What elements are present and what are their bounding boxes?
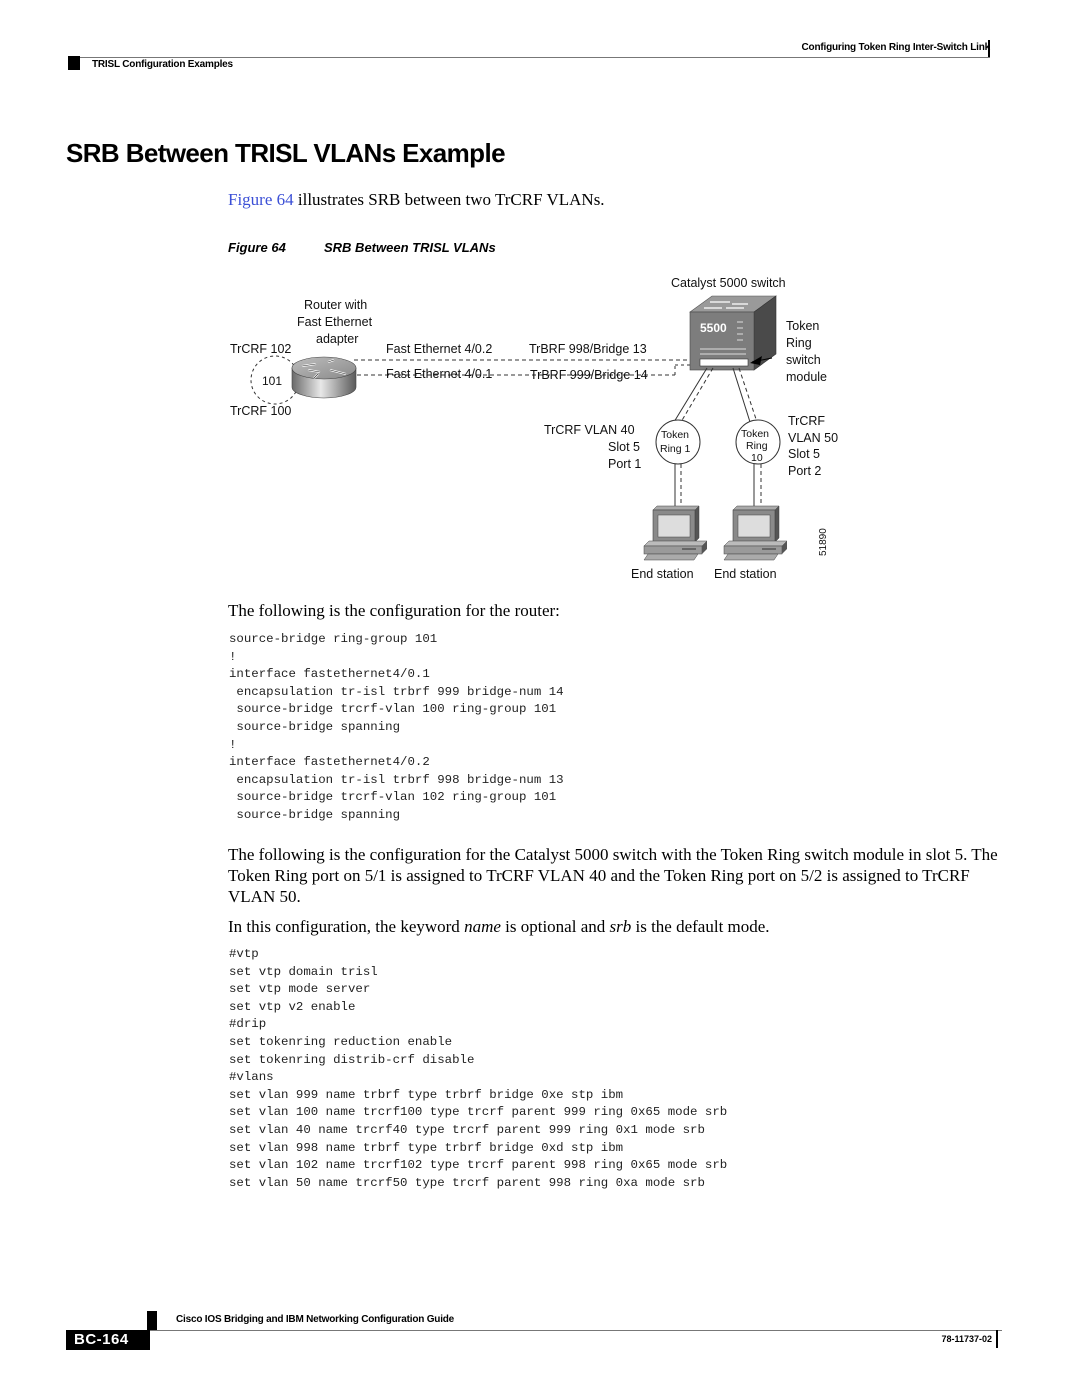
code-line: #vtp (229, 947, 259, 961)
end-station-2-label: End station (714, 567, 777, 581)
ring1-label-line1: Token (661, 429, 690, 441)
ring10-link (732, 367, 758, 423)
module-label-line2: Ring (786, 336, 812, 350)
code-line: set tokenring distrib-crf disable (229, 1052, 475, 1067)
module-label-line4: module (786, 370, 827, 384)
page-title: SRB Between TRISL VLANs Example (66, 138, 506, 168)
end-station-2-icon (723, 505, 788, 561)
figure-link[interactable]: Figure 64 (228, 190, 294, 209)
token-ring-1 (655, 419, 701, 465)
right-vlan-line1: TrCRF (788, 414, 826, 428)
code-line: interface fastethernet4/0.1 (229, 667, 430, 682)
code-line: source-bridge spanning (229, 807, 401, 822)
intro-paragraph: Figure 64 illustrates SRB between two Tr… (228, 190, 605, 210)
code-line: ! (229, 649, 237, 664)
figure-number: Figure 64 (228, 240, 286, 255)
code-line: set vlan 100 name trcrf100 type trcrf pa… (229, 1105, 728, 1120)
figure-id-label: 51890 (818, 528, 829, 556)
router-label-line2: Fast Ethernet (297, 315, 373, 329)
code-line: set vlan 998 name trbrf type trbrf bridg… (229, 1140, 624, 1155)
switch-config-intro: The following is the configuration for t… (228, 845, 998, 906)
header-rule (68, 57, 990, 58)
fe-401-label: Fast Ethernet 4/0.1 (386, 367, 493, 381)
fe-402-label: Fast Ethernet 4/0.2 (386, 342, 493, 356)
switch-icon: 5500 (689, 295, 777, 371)
note-suffix: is the default mode. (631, 917, 770, 936)
page-number-badge: BC-164 (66, 1330, 150, 1350)
router-label-line3: adapter (316, 332, 359, 346)
note-middle: is optional and (500, 917, 610, 936)
left-vlan-line1: TrCRF VLAN 40 (544, 423, 635, 437)
code-line: encapsulation tr-isl trbrf 998 bridge-nu… (229, 772, 564, 787)
switch-config-block: #vtp set vtp domain trisl set vtp mode ser… (229, 946, 727, 1192)
keyword-note: In this configuration, the keyword name … (228, 916, 998, 937)
end-station-1-label: End station (631, 567, 694, 581)
left-vlan-line3: Port 1 (608, 457, 642, 471)
code-line: #vlans (229, 1070, 274, 1085)
module-label-line3: switch (786, 353, 821, 367)
code-line: set vlan 40 name trcrf40 type trcrf pare… (229, 1122, 705, 1137)
network-diagram: 5500 Router with Fast Ethernet adapter T… (220, 270, 860, 590)
intro-text: illustrates SRB between two TrCRF VLANs. (293, 190, 605, 209)
header-bar (988, 40, 990, 58)
right-vlan-line4: Port 2 (788, 464, 822, 478)
code-line: ! (229, 737, 237, 752)
code-line: set vlan 102 name trcrf102 type trcrf pa… (229, 1158, 728, 1173)
code-line: encapsulation tr-isl trbrf 999 bridge-nu… (229, 684, 564, 699)
code-line: source-bridge ring-group 101 (229, 632, 438, 646)
right-vlan-line2: VLAN 50 (788, 431, 839, 445)
code-line: source-bridge trcrf-vlan 102 ring-group … (229, 790, 557, 805)
figure-title: SRB Between TRISL VLANs (324, 240, 496, 255)
right-vlan-line3: Slot 5 (788, 447, 820, 461)
end-station-1-icon (643, 505, 708, 561)
footer-rule (147, 1330, 1002, 1331)
header-marker (68, 56, 80, 70)
ring10-label-line3: 10 (751, 452, 763, 464)
footer-marker (147, 1311, 157, 1331)
router-label-line1: Router with (304, 298, 368, 312)
trcrf-102-label: TrCRF 102 (230, 342, 292, 356)
code-line: set vlan 50 name trcrf50 type trcrf pare… (229, 1175, 705, 1190)
module-label-line1: Token (786, 319, 820, 333)
router-icon (291, 356, 357, 399)
trbrf-999-label: TrBRF 999/Bridge 14 (530, 368, 648, 382)
ring1-label-line2: Ring 1 (660, 443, 691, 455)
code-line: set vlan 999 name trbrf type trbrf bridg… (229, 1087, 624, 1102)
code-line: source-bridge spanning (229, 719, 401, 734)
running-header-section: TRISL Configuration Examples (92, 59, 233, 70)
code-line: set vtp domain trisl (229, 964, 378, 979)
ring10-label-line1: Token (741, 428, 770, 440)
code-line: set vtp mode server (229, 982, 371, 997)
code-line: source-bridge trcrf-vlan 100 ring-group … (229, 702, 557, 717)
code-line: #drip (229, 1017, 267, 1032)
trbrf-998-label: TrBRF 998/Bridge 13 (529, 342, 647, 356)
station1-link (674, 464, 682, 508)
left-vlan-line2: Slot 5 (608, 440, 640, 454)
trcrf-100-label: TrCRF 100 (230, 404, 292, 418)
ring10-label-line2: Ring (746, 440, 768, 452)
code-line: interface fastethernet4/0.2 (229, 755, 430, 770)
code-line: set vtp v2 enable (229, 999, 356, 1014)
doc-number: 78-11737-02 (941, 1334, 992, 1344)
router-config-intro: The following is the configuration for t… (228, 601, 560, 620)
code-line: set tokenring reduction enable (229, 1034, 453, 1049)
station2-link (753, 464, 762, 508)
keyword-name: name (464, 917, 501, 936)
ring1-link (673, 367, 714, 423)
note-prefix: In this configuration, the keyword (228, 917, 465, 936)
keyword-srb: srb (609, 917, 632, 936)
footer-bar (996, 1330, 998, 1348)
footer-guide-title: Cisco IOS Bridging and IBM Networking Co… (176, 1314, 455, 1325)
figure-caption: Figure 64 SRB Between TRISL VLANs (228, 240, 496, 255)
catalyst-label: Catalyst 5000 switch (671, 276, 786, 290)
switch-model-label: 5500 (700, 321, 727, 335)
ring-group-101-label: 101 (262, 374, 283, 388)
router-config-block: source-bridge ring-group 101! interface f… (229, 631, 564, 825)
running-header-chapter: Configuring Token Ring Inter-Switch Link (801, 42, 991, 53)
